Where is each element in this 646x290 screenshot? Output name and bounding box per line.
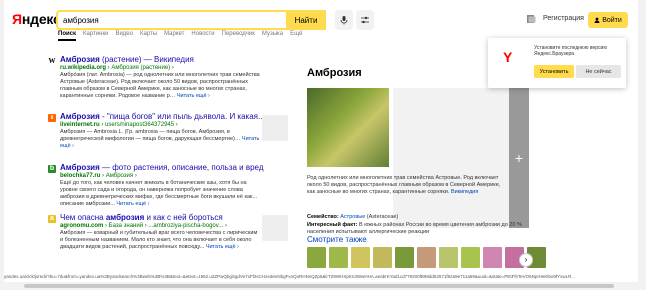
result-snippet: Амброзия — Ambrosia L. (Гр. ambrosia — п…: [60, 129, 260, 149]
not-now-button[interactable]: Не сейчас: [576, 65, 621, 78]
search-tabs: Поиск Картинки Видео Карты Маркет Новост…: [58, 31, 302, 41]
panel-description: Род однолетних или многолетних трав семе…: [307, 175, 501, 195]
read-more-link[interactable]: Читать ещё ›: [206, 244, 239, 250]
tab-music[interactable]: Музыка: [262, 31, 283, 41]
result-title-link[interactable]: Амброзия — фото растения, описание, поль…: [60, 163, 264, 172]
horizontal-scrollbar[interactable]: [4, 282, 638, 290]
tab-market[interactable]: Маркет: [164, 31, 184, 41]
result-snippet: Амбро́зия (лат. Ambrosia) — род однолетн…: [60, 72, 260, 99]
panel-image-placeholder[interactable]: [393, 88, 509, 228]
scrollbar-thumb[interactable]: [24, 284, 614, 288]
result-snippet: Ещё до того, как человек начнет вникать …: [60, 180, 258, 207]
tab-maps[interactable]: Карты: [140, 31, 157, 41]
microphone-button[interactable]: [335, 10, 353, 30]
panel-title: Амброзия: [307, 67, 362, 79]
result-title-link[interactable]: Амброзия (растение) — Википедия: [60, 55, 194, 64]
tab-images[interactable]: Картинки: [83, 31, 108, 41]
login-button[interactable]: Войти: [588, 12, 628, 28]
more-images-button[interactable]: +: [509, 88, 529, 228]
ragweed-photo[interactable]: [307, 88, 389, 167]
see-also-thumbnail[interactable]: [461, 247, 480, 268]
result-url[interactable]: liveinternet.ru › users/ninapost36437294…: [60, 122, 178, 128]
tab-news[interactable]: Новости: [191, 31, 214, 41]
family-link[interactable]: Астровые: [340, 214, 365, 220]
see-also-heading: Смотрите также: [307, 235, 367, 244]
agronomu-icon: a: [48, 215, 56, 223]
yandex-browser-logo: Y: [503, 49, 513, 65]
search-result: b Амброзия — фото растения, описание, по…: [48, 163, 288, 208]
notifications-icon[interactable]: [526, 14, 536, 24]
fact-interesting: Интересный факт: В южных районах России …: [307, 222, 522, 235]
install-button[interactable]: Установить: [534, 65, 574, 78]
result-thumbnail[interactable]: [262, 115, 288, 141]
see-also-thumbnail[interactable]: [373, 247, 392, 268]
result-snippet: Амброзия — коварный и губительный враг в…: [60, 230, 258, 250]
browser-install-popup: Y Установите последнюю версию Яндекс.Бра…: [488, 38, 626, 88]
search-result: li Амброзия - "пища богов" или пыль дьяв…: [48, 112, 288, 157]
knowledge-panel: Амброзия + Род однолетних или многолетни…: [297, 57, 546, 277]
see-also-thumbnail[interactable]: [307, 247, 326, 268]
sliders-icon: [361, 16, 369, 24]
microphone-icon: [340, 16, 348, 25]
popup-message: Установите последнюю версию Яндекс.Брауз…: [534, 45, 608, 57]
yandex-logo[interactable]: Яндекс: [12, 11, 61, 27]
read-more-link[interactable]: Читать ещё ›: [116, 201, 149, 207]
liveinternet-icon: li: [48, 114, 56, 122]
see-also-thumbnail[interactable]: [439, 247, 458, 268]
window-frame-left: [0, 0, 4, 290]
search-result: W Амброзия (растение) — Википедия ru.wik…: [48, 55, 288, 105]
next-arrow-button[interactable]: ›: [519, 253, 533, 267]
user-icon: [594, 17, 600, 23]
search-settings-button[interactable]: [356, 10, 374, 30]
search-input[interactable]: [58, 12, 309, 28]
see-also-thumbnails: [307, 247, 546, 268]
result-url[interactable]: belochka77.ru › Амброзия ›: [60, 173, 137, 179]
tab-translator[interactable]: Переводчик: [222, 31, 255, 41]
see-also-thumbnail[interactable]: [395, 247, 414, 268]
wikipedia-icon: W: [48, 57, 56, 65]
see-also-thumbnail[interactable]: [417, 247, 436, 268]
wikipedia-source-link[interactable]: Википедия: [451, 189, 478, 195]
result-title-link[interactable]: Чем опасна амброзия и как с ней бороться: [60, 213, 223, 222]
see-also-thumbnail[interactable]: [483, 247, 502, 268]
tab-search[interactable]: Поиск: [58, 31, 77, 41]
result-thumbnail[interactable]: [262, 215, 288, 241]
search-result: a Чем опасна амброзия и как с ней бороть…: [48, 213, 288, 268]
window-frame-right: [638, 0, 646, 290]
belochka-icon: b: [48, 165, 56, 173]
fact-family: Семейство: Астровые (Asteraceae): [307, 214, 399, 220]
see-also-thumbnail[interactable]: [329, 247, 348, 268]
result-title-link[interactable]: Амброзия - "пища богов" или пыль дьявола…: [60, 112, 265, 121]
status-bar-url: yandex.ua/clck/jsredir?bu=7du&from=yande…: [4, 274, 576, 279]
tab-more[interactable]: Ещё: [290, 31, 302, 41]
result-url[interactable]: ru.wikipedia.org › Амброзия (растение) ›: [60, 65, 174, 71]
result-url[interactable]: agronomu.com › База знаний › ...ambroziy…: [60, 223, 227, 229]
find-button[interactable]: Найти: [286, 10, 326, 30]
see-also-thumbnail[interactable]: [351, 247, 370, 268]
tab-video[interactable]: Видео: [115, 31, 133, 41]
plus-icon: +: [514, 150, 524, 166]
register-link[interactable]: Регистрация: [543, 15, 584, 22]
read-more-link[interactable]: Читать ещё ›: [177, 93, 210, 99]
